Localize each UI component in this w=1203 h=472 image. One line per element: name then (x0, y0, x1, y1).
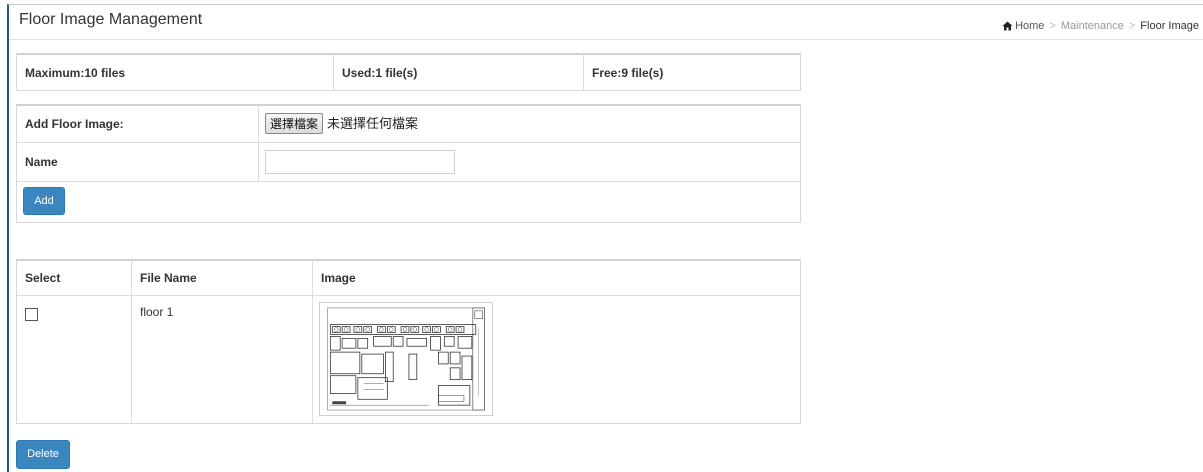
breadcrumb: Home > Maintenance > Floor Image (1002, 20, 1199, 32)
breadcrumb-separator: > (1049, 20, 1056, 32)
used-files-label: Used:1 file(s) (333, 55, 584, 90)
breadcrumb-maintenance[interactable]: Maintenance (1061, 20, 1124, 32)
name-label: Name (17, 141, 259, 182)
breadcrumb-separator: > (1128, 20, 1136, 32)
image-cell (312, 294, 800, 423)
add-floor-image-label: Add Floor Image: (17, 106, 259, 143)
floor-images-table: Select File Name Image floor 1 (16, 259, 801, 424)
max-files-label: Maximum:10 files (17, 55, 334, 90)
capacity-panel: Maximum:10 files Used:1 file(s) Free:9 f… (16, 53, 801, 91)
main-frame: Floor Image Management Home > Maintenanc… (7, 4, 1203, 472)
file-picker-cell: 選擇檔案 未選擇任何檔案 (258, 106, 800, 143)
page-header: Floor Image Management Home > Maintenanc… (9, 5, 1203, 40)
add-button[interactable]: Add (23, 187, 65, 216)
add-floor-image-panel: Add Floor Image: 選擇檔案 未選擇任何檔案 Name Add (16, 104, 801, 223)
delete-button[interactable]: Delete (16, 440, 70, 469)
home-icon (1002, 21, 1013, 31)
file-name-cell: floor 1 (131, 294, 313, 423)
name-input[interactable] (265, 149, 455, 174)
breadcrumb-current: Floor Image (1140, 20, 1199, 32)
column-header-image: Image (312, 261, 800, 296)
floor-plan-thumbnail-icon[interactable] (319, 301, 493, 416)
no-file-chosen-text: 未選擇任何檔案 (327, 117, 419, 133)
row-select-checkbox[interactable] (25, 307, 38, 321)
free-files-label: Free:9 file(s) (583, 55, 800, 90)
name-input-cell (258, 141, 800, 182)
column-header-select: Select (17, 261, 132, 296)
choose-file-button[interactable]: 選擇檔案 (265, 113, 324, 135)
page-title: Floor Image Management (19, 11, 203, 28)
breadcrumb-home[interactable]: Home (1015, 20, 1044, 32)
add-button-cell: Add (17, 180, 800, 221)
select-cell (17, 294, 132, 423)
column-header-file-name: File Name (131, 261, 313, 296)
table-row: floor 1 (17, 294, 800, 423)
